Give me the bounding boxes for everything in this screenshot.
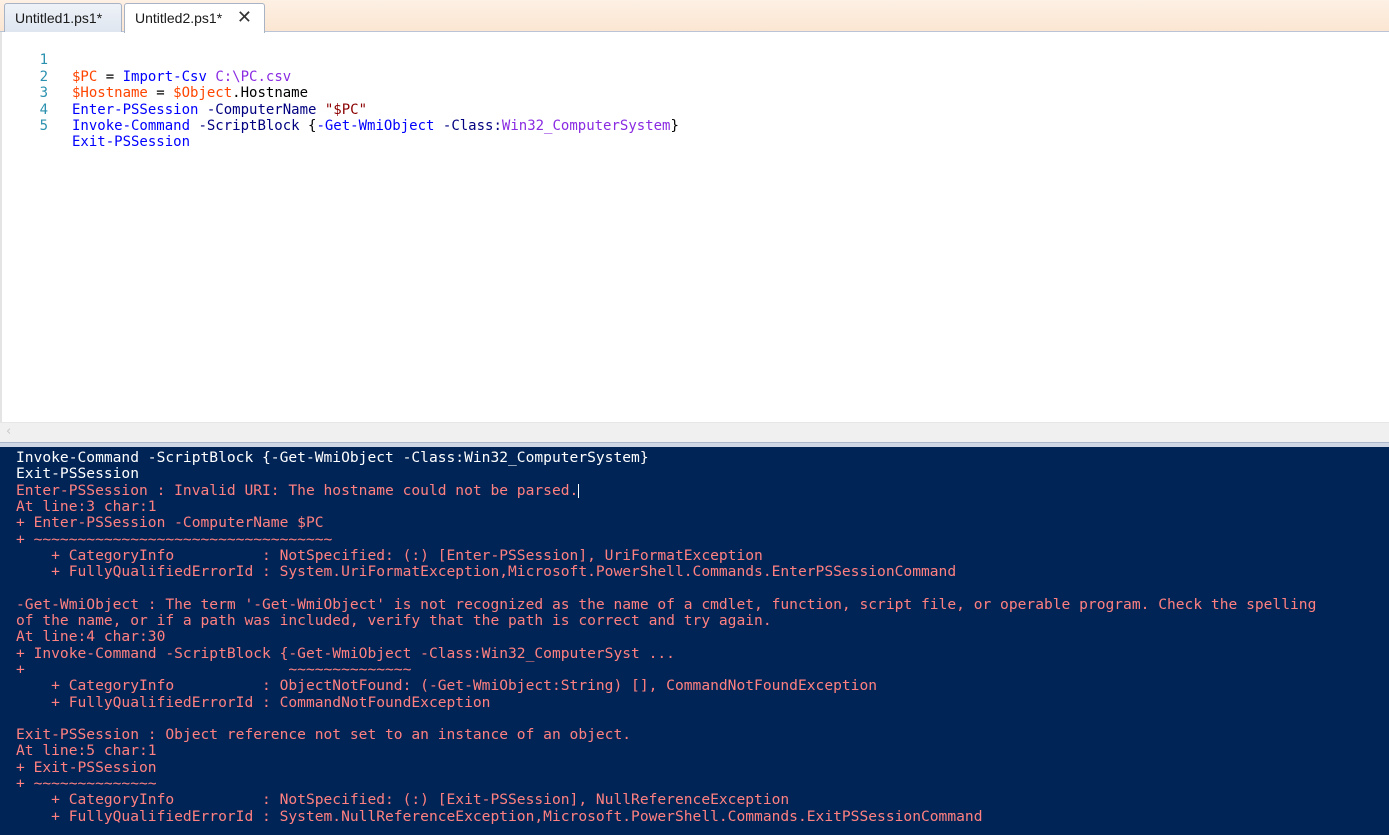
console-line: + CategoryInfo : ObjectNotFound: (-Get-W…: [16, 677, 878, 695]
code-token: Win32_ComputerSystem: [501, 118, 671, 134]
console-line: + ~~~~~~~~~~~~~~: [16, 775, 157, 792]
console-line: At line:4 char:30: [16, 628, 166, 646]
code-token: Exit-PSSession: [72, 134, 191, 151]
console-line: + CategoryInfo : NotSpecified: (:) [Exit…: [16, 791, 790, 809]
code-token: "$PC": [316, 101, 368, 118]
code-token: $PC: [72, 68, 98, 85]
horizontal-scrollbar[interactable]: ‹: [0, 422, 1389, 442]
tab-untitled1[interactable]: Untitled1.ps1*: [4, 3, 122, 32]
code-line[interactable]: 2 $Hostname = $Object.Hostname: [2, 52, 308, 101]
code-token: Invoke-Command: [72, 118, 191, 134]
code-line[interactable]: 3 Enter-PSSession -ComputerName "$PC": [2, 69, 367, 117]
console-line: + FullyQualifiedErrorId : CommandNotFoun…: [16, 693, 491, 711]
line-number: 5: [39, 118, 48, 134]
tab-label: Untitled2.ps1*: [135, 10, 223, 26]
tab-label: Untitled1.ps1*: [15, 10, 103, 26]
code-token: -Get-WmiObject: [316, 118, 435, 134]
code-token: -Class:: [434, 118, 502, 134]
console-line: At line:5 char:1: [16, 742, 157, 760]
text-cursor: [578, 483, 580, 498]
console-line: + Exit-PSSession: [16, 758, 157, 776]
code-line[interactable]: 4 Invoke-Command -ScriptBlock {-Get-WmiO…: [2, 85, 679, 134]
console-line: + FullyQualifiedErrorId : System.NullRef…: [16, 807, 983, 825]
console-line: + Enter-PSSession -ComputerName $PC: [16, 514, 324, 532]
script-editor[interactable]: 1 $PC = Import-Csv C:\PC.csv 2 $Hostname…: [0, 32, 1389, 422]
close-icon[interactable]: ✕: [237, 4, 252, 32]
console-line: -Get-WmiObject : The term '-Get-WmiObjec…: [16, 595, 1317, 613]
code-token: -ScriptBlock: [190, 118, 300, 134]
console-line: + ~~~~~~~~~~~~~~: [16, 660, 412, 678]
code-line[interactable]: 1 $PC = Import-Csv C:\PC.csv: [2, 36, 292, 84]
code-token: Enter-PSSession: [72, 101, 199, 118]
console-line: Exit-PSSession : Object reference not se…: [16, 726, 632, 744]
scroll-left-icon[interactable]: ‹: [6, 424, 11, 439]
console-line: At line:3 char:1: [16, 497, 157, 515]
code-token: $Object: [173, 85, 233, 102]
console-line: + Invoke-Command -ScriptBlock {-Get-WmiO…: [16, 644, 675, 662]
code-token: Import-Csv: [122, 68, 207, 85]
console-line: + CategoryInfo : NotSpecified: (:) [Ente…: [16, 546, 763, 564]
tab-bar: Untitled1.ps1* Untitled2.ps1* ✕: [0, 0, 1389, 33]
code-token: .Hostname: [232, 85, 309, 102]
console-line: + FullyQualifiedErrorId : System.UriForm…: [16, 563, 957, 581]
console-line: of the name, or if a path was included, …: [16, 612, 772, 629]
code-token: -ComputerName: [198, 101, 317, 118]
console-line: Invoke-Command -ScriptBlock {-Get-WmiObj…: [16, 449, 649, 466]
console-line: + ~~~~~~~~~~~~~~~~~~~~~~~~~~~~~~~~~~: [16, 530, 333, 548]
console-pane[interactable]: Invoke-Command -ScriptBlock {-Get-WmiObj…: [0, 447, 1389, 835]
console-line: Enter-PSSession : Invalid URI: The hostn…: [16, 481, 580, 499]
console-line: Exit-PSSession: [16, 465, 140, 483]
code-token: =: [147, 85, 174, 102]
code-token: =: [97, 68, 123, 85]
code-line[interactable]: 5 Exit-PSSession: [2, 102, 190, 150]
code-token: {: [299, 118, 317, 134]
code-token: $Hostname: [72, 85, 148, 102]
code-token: C:\PC.csv: [206, 68, 292, 85]
code-token: }: [670, 118, 679, 134]
tab-untitled2[interactable]: Untitled2.ps1* ✕: [124, 3, 265, 33]
